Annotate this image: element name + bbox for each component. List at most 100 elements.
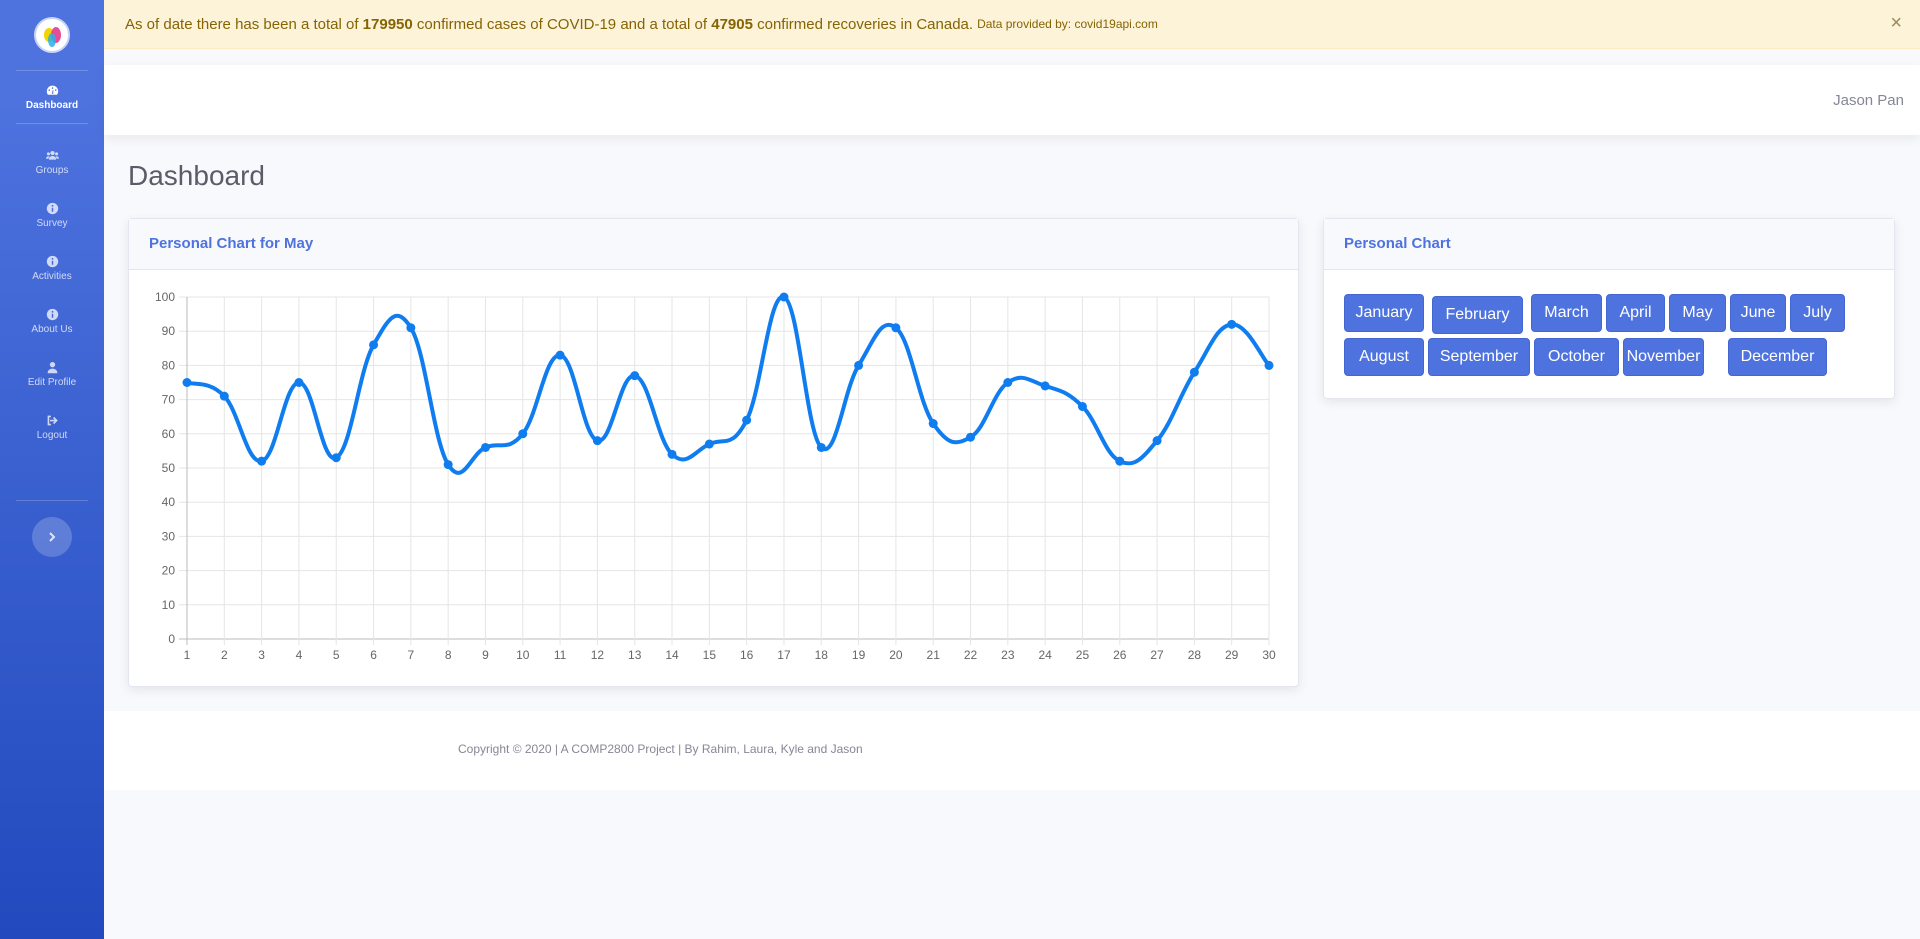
data-point bbox=[704, 439, 714, 449]
data-point bbox=[592, 436, 602, 446]
alert-source: Data provided by: covid19api.com bbox=[977, 17, 1158, 31]
info-circle-icon bbox=[46, 202, 59, 215]
data-point bbox=[1264, 360, 1274, 370]
x-tick-label: 25 bbox=[1076, 648, 1090, 662]
x-tick-label: 6 bbox=[370, 648, 377, 662]
y-tick-label: 60 bbox=[162, 427, 176, 441]
topbar: Jason Pan bbox=[104, 65, 1920, 135]
month-button-may[interactable]: May bbox=[1669, 294, 1726, 332]
sidebar-item-about-us[interactable]: About Us bbox=[0, 295, 104, 348]
line-chart: 01020304050607080901001 2 3 4 5 6 7 8 9 10 11 12 13 1… bbox=[155, 290, 1276, 662]
data-point bbox=[369, 340, 379, 350]
sidebar-item-dashboard[interactable]: Dashboard bbox=[0, 71, 104, 123]
card-title: Personal Chart for May bbox=[129, 219, 1298, 270]
data-point bbox=[1227, 319, 1237, 329]
data-point bbox=[816, 442, 826, 452]
data-point bbox=[1077, 401, 1087, 411]
month-button-october[interactable]: October bbox=[1534, 338, 1619, 376]
x-tick-label: 5 bbox=[333, 648, 340, 662]
x-tick-label: 22 bbox=[964, 648, 978, 662]
sidebar-item-label: Activities bbox=[32, 271, 72, 282]
y-tick-label: 90 bbox=[162, 324, 176, 338]
data-point bbox=[443, 460, 453, 470]
data-point bbox=[1189, 367, 1199, 377]
sign-out-icon bbox=[46, 414, 59, 427]
x-tick-label: 1 bbox=[184, 648, 191, 662]
page-title: Dashboard bbox=[128, 160, 265, 191]
x-tick-label: 19 bbox=[852, 648, 866, 662]
x-tick-label: 3 bbox=[258, 648, 265, 662]
data-point bbox=[854, 360, 864, 370]
month-button-august[interactable]: August bbox=[1344, 338, 1424, 376]
data-point bbox=[928, 419, 938, 429]
alert-text-2: confirmed cases of COVID-19 and a total … bbox=[416, 15, 708, 33]
month-button-march[interactable]: March bbox=[1531, 294, 1602, 332]
month-button-december[interactable]: December bbox=[1728, 338, 1827, 376]
data-point bbox=[779, 292, 789, 302]
user-name[interactable]: Jason Pan bbox=[1833, 92, 1904, 109]
sidebar-item-groups[interactable]: Groups bbox=[0, 136, 104, 189]
sidebar: Dashboard Groups Survey Activities About… bbox=[0, 0, 104, 939]
y-tick-label: 40 bbox=[162, 495, 176, 509]
x-tick-label: 21 bbox=[927, 648, 941, 662]
sidebar-item-survey[interactable]: Survey bbox=[0, 189, 104, 242]
month-button-february[interactable]: February bbox=[1432, 296, 1523, 334]
x-tick-label: 2 bbox=[221, 648, 228, 662]
data-point bbox=[219, 391, 229, 401]
data-point bbox=[480, 442, 490, 452]
x-tick-label: 13 bbox=[628, 648, 642, 662]
x-tick-label: 17 bbox=[777, 648, 791, 662]
x-tick-label: 10 bbox=[516, 648, 530, 662]
data-point bbox=[257, 456, 267, 466]
month-button-september[interactable]: September bbox=[1428, 338, 1530, 376]
card-title: Personal Chart bbox=[1324, 219, 1894, 270]
covid-alert: As of date there has been a total of 179… bbox=[104, 0, 1920, 49]
sidebar-item-logout[interactable]: Logout bbox=[0, 401, 104, 454]
data-point bbox=[742, 415, 752, 425]
sidebar-toggle-button[interactable] bbox=[32, 517, 72, 557]
data-point bbox=[1152, 436, 1162, 446]
users-icon bbox=[45, 149, 59, 162]
sidebar-item-label: Edit Profile bbox=[27, 377, 77, 388]
footer: Copyright © 2020 | A COMP2800 Project | … bbox=[104, 711, 1920, 790]
sidebar-item-label: Groups bbox=[35, 165, 69, 176]
y-tick-label: 30 bbox=[162, 529, 176, 543]
month-button-june[interactable]: June bbox=[1730, 294, 1786, 332]
month-button-july[interactable]: July bbox=[1790, 294, 1845, 332]
sidebar-item-label: About Us bbox=[31, 324, 73, 335]
sidebar-item-label: Survey bbox=[36, 218, 68, 229]
data-point bbox=[891, 323, 901, 333]
series-line bbox=[186, 295, 1271, 475]
x-tick-label: 29 bbox=[1225, 648, 1239, 662]
x-tick-label: 18 bbox=[815, 648, 829, 662]
sidebar-divider bbox=[16, 500, 88, 501]
x-tick-label: 23 bbox=[1001, 648, 1015, 662]
y-tick-label: 100 bbox=[155, 290, 175, 304]
sidebar-item-label: Dashboard bbox=[25, 99, 79, 111]
alert-recoveries-count: 47905 bbox=[711, 15, 753, 33]
info-circle-icon bbox=[46, 255, 59, 268]
x-tick-label: 11 bbox=[554, 648, 567, 662]
x-tick-label: 14 bbox=[665, 648, 679, 662]
month-button-november[interactable]: November bbox=[1623, 338, 1704, 376]
y-tick-label: 20 bbox=[162, 564, 176, 578]
chevron-right-icon bbox=[49, 532, 56, 542]
month-button-april[interactable]: April bbox=[1606, 294, 1665, 332]
copyright-text: Copyright © 2020 | A COMP2800 Project | … bbox=[458, 742, 863, 756]
data-point bbox=[667, 449, 677, 459]
x-tick-label: 15 bbox=[703, 648, 717, 662]
tachometer-icon bbox=[46, 84, 59, 97]
x-tick-label: 16 bbox=[740, 648, 754, 662]
x-tick-label: 9 bbox=[482, 648, 489, 662]
data-point bbox=[555, 350, 565, 360]
close-icon[interactable]: × bbox=[1890, 13, 1902, 33]
month-button-january[interactable]: January bbox=[1344, 294, 1424, 332]
brand[interactable] bbox=[0, 0, 104, 70]
x-tick-label: 20 bbox=[889, 648, 903, 662]
y-tick-label: 80 bbox=[162, 358, 176, 372]
x-tick-label: 30 bbox=[1262, 648, 1276, 662]
sidebar-item-edit-profile[interactable]: Edit Profile bbox=[0, 348, 104, 401]
data-point bbox=[1040, 381, 1050, 391]
data-point bbox=[406, 323, 416, 333]
sidebar-item-activities[interactable]: Activities bbox=[0, 242, 104, 295]
